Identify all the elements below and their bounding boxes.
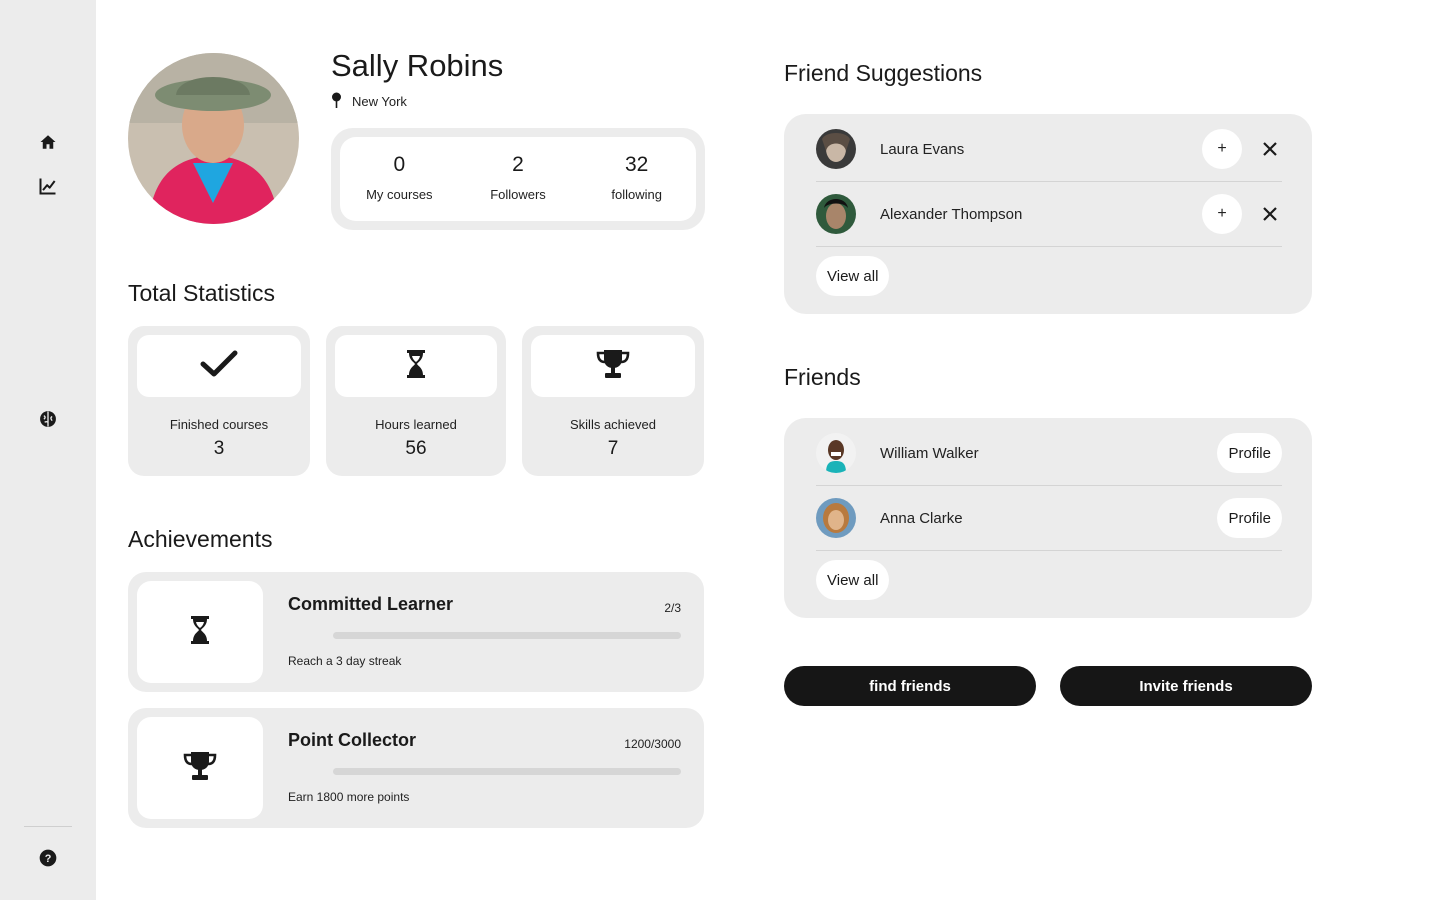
achievements-title: Achievements (128, 526, 273, 552)
view-all-friends-button[interactable]: View all (816, 560, 890, 600)
stat-value: 32 (625, 153, 649, 176)
suggestion-name[interactable]: Alexander Thompson (880, 206, 1202, 223)
friends-title: Friends (784, 364, 861, 390)
trophy-icon (596, 349, 630, 384)
location-label: New York (352, 94, 407, 109)
achievement-committed-learner[interactable]: Committed Learner 2/3 Reach a 3 day stre… (128, 572, 704, 692)
profile-avatar (128, 53, 299, 224)
hourglass-icon (191, 615, 209, 649)
stat-label: My courses (366, 187, 433, 202)
achievement-point-collector[interactable]: Point Collector 1200/3000 Earn 1800 more… (128, 708, 704, 828)
suggestion-row: Laura Evans + (816, 117, 1282, 182)
achievement-description: Earn 1800 more points (288, 790, 410, 804)
home-icon[interactable] (36, 130, 60, 154)
close-icon[interactable] (1258, 202, 1282, 226)
stat-card-label: Hours learned (375, 417, 457, 432)
chart-icon[interactable] (36, 174, 60, 198)
sidebar-divider (24, 826, 72, 827)
svg-text:?: ? (45, 853, 52, 865)
view-all-suggestions-button[interactable]: View all (816, 256, 890, 296)
stat-following[interactable]: 32 following (577, 137, 696, 221)
sidebar: ? (0, 0, 96, 900)
profile-location: New York (331, 92, 407, 111)
stat-card-skills-achieved: Skills achieved 7 (522, 326, 704, 476)
stat-card-label: Finished courses (169, 417, 269, 432)
suggestion-name[interactable]: Laura Evans (880, 141, 1202, 158)
add-friend-button[interactable]: + (1202, 194, 1242, 234)
stat-value: 0 (393, 153, 406, 176)
profile-button[interactable]: Profile (1217, 433, 1282, 473)
profile-name: Sally Robins (331, 48, 504, 83)
achievement-title: Committed Learner (288, 594, 454, 614)
total-statistics-title: Total Statistics (128, 280, 275, 306)
friend-suggestions-panel: Laura Evans + Alexander Thompson + View … (784, 114, 1312, 314)
profile-stats: 0 My courses 2 Followers 32 following (331, 128, 705, 230)
achievement-description: Reach a 3 day streak (288, 654, 402, 668)
stat-card-label: Skills achieved (570, 417, 656, 432)
hourglass-icon (407, 349, 425, 383)
friends-panel: William Walker Profile Anna Clarke Profi… (784, 418, 1312, 618)
friend-name[interactable]: William Walker (880, 445, 1217, 462)
help-icon[interactable]: ? (36, 846, 60, 870)
stat-card-value: 7 (607, 438, 619, 459)
friend-row: Anna Clarke Profile (816, 486, 1282, 551)
achievement-progress-bar (333, 768, 681, 775)
brain-icon[interactable] (36, 407, 60, 431)
avatar (816, 433, 856, 473)
stat-card-finished-courses: Finished courses 3 (128, 326, 310, 476)
suggestion-row: Alexander Thompson + (816, 182, 1282, 247)
find-friends-button[interactable]: find friends (784, 666, 1036, 706)
avatar (816, 129, 856, 169)
stat-followers[interactable]: 2 Followers (459, 137, 578, 221)
checkmark-icon (200, 350, 238, 383)
stat-card-value: 3 (213, 438, 225, 459)
friend-name[interactable]: Anna Clarke (880, 510, 1217, 527)
add-friend-button[interactable]: + (1202, 129, 1242, 169)
invite-friends-button[interactable]: Invite friends (1060, 666, 1312, 706)
stat-card-value: 56 (405, 438, 427, 459)
stat-label: Followers (490, 187, 546, 202)
trophy-icon (183, 751, 217, 786)
profile-button[interactable]: Profile (1217, 498, 1282, 538)
avatar (816, 498, 856, 538)
stat-label: following (611, 187, 662, 202)
avatar (816, 194, 856, 234)
stat-my-courses[interactable]: 0 My courses (340, 137, 459, 221)
achievement-title: Point Collector (288, 730, 417, 750)
close-icon[interactable] (1258, 137, 1282, 161)
stat-value: 2 (512, 153, 524, 176)
friend-row: William Walker Profile (816, 421, 1282, 486)
achievement-count: 1200/3000 (624, 737, 681, 751)
friend-suggestions-title: Friend Suggestions (784, 60, 983, 86)
achievement-count: 2/3 (664, 601, 681, 615)
achievement-progress-bar (333, 632, 681, 639)
map-pin-icon (331, 92, 342, 111)
stat-card-hours-learned: Hours learned 56 (326, 326, 506, 476)
